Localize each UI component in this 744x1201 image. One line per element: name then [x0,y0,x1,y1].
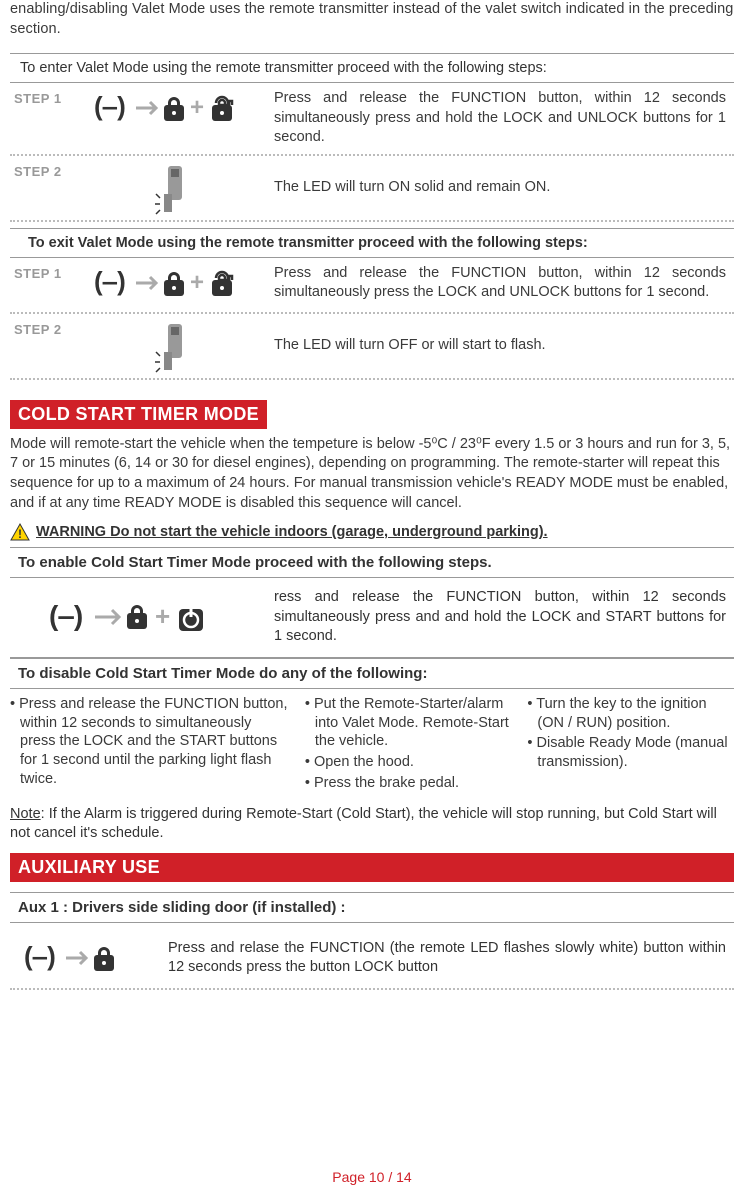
enter-step2-row: STEP 2 The LED will turn ON solid and re… [10,156,734,222]
disable-columns: Press and release the FUNCTION button, w… [10,689,734,801]
warning-row: ! WARNING Do not start the vehicle indoo… [10,523,734,541]
function-lock-unlock-icon: (‒) + [74,264,274,300]
svg-text:(‒): (‒) [24,941,56,971]
step-label: STEP 2 [14,162,74,179]
cold-note: Note: If the Alarm is triggered during R… [10,805,734,843]
cold-start-body: Mode will remote-start the vehicle when … [10,435,734,513]
enable-header: To enable Cold Start Timer Mode proceed … [10,547,734,578]
page-footer: Page 10 / 14 [0,1169,744,1185]
step-text: The LED will turn ON solid and remain ON… [274,178,730,198]
enter-header: To enter Valet Mode using the remote tra… [10,53,734,83]
list-item: Turn the key to the ignition (ON / RUN) … [527,695,734,733]
step-label: STEP 2 [14,320,74,337]
list-item: Open the hood. [305,753,512,772]
svg-text:!: ! [18,527,22,541]
note-body: : If the Alarm is triggered during Remot… [10,806,717,841]
list-item: Put the Remote-Starter/alarm into Valet … [305,695,512,752]
svg-text:+: + [155,601,170,631]
disable-col3: Turn the key to the ignition (ON / RUN) … [527,695,734,795]
enter-valet-table: To enter Valet Mode using the remote tra… [10,53,734,222]
aux-sub: Aux 1 : Drivers side sliding door (if in… [10,892,734,923]
warning-icon: ! [10,523,30,541]
list-item: Disable Ready Mode (manual transmission)… [527,734,734,772]
disable-col1: Press and release the FUNCTION button, w… [10,695,289,795]
aux-text: Press and relase the FUNCTION (the remot… [168,939,730,978]
enable-row: (‒) + ress and release the FUNCTION butt… [10,578,734,658]
exit-valet-table: To exit Valet Mode using the remote tran… [10,228,734,380]
list-item: Press the brake pedal. [305,774,512,793]
function-lock-unlock-icon: (‒) + [74,89,274,125]
aux-row: (‒) Press and relase the FUNCTION (the r… [10,923,734,990]
cold-start-title: COLD START TIMER MODE [10,400,267,429]
step-label: STEP 1 [14,264,74,281]
enable-text: ress and release the FUNCTION button, wi… [274,588,730,647]
svg-text:+: + [190,269,204,296]
step-text: The LED will turn OFF or will start to f… [274,336,730,356]
warning-text: WARNING Do not start the vehicle indoors… [36,524,548,540]
note-label: Note [10,806,41,822]
svg-text:(‒): (‒) [49,600,83,631]
function-lock-start-icon: (‒) + [14,599,274,635]
step-text: Press and release the FUNCTION button, w… [274,264,730,303]
exit-header: To exit Valet Mode using the remote tran… [10,228,734,258]
intro-text: enabling/disabling Valet Mode uses the r… [10,0,734,39]
remote-led-on-icon [74,162,274,214]
disable-col2: Put the Remote-Starter/alarm into Valet … [305,695,512,795]
svg-text:+: + [190,94,204,121]
list-item: Press and release the FUNCTION button, w… [10,695,289,789]
step-text: Press and release the FUNCTION button, w… [274,89,730,148]
svg-text:(‒): (‒) [94,266,126,296]
enter-step1-row: STEP 1 (‒) + Press and release the FUNCT… [10,83,734,156]
function-lock-icon: (‒) [14,941,154,975]
remote-led-off-icon [74,320,274,372]
exit-step2-row: STEP 2 The LED will turn OFF or will sta… [10,314,734,380]
step-label: STEP 1 [14,89,74,106]
disable-header: To disable Cold Start Timer Mode do any … [10,658,734,689]
exit-step1-row: STEP 1 (‒) + Press and release the FUNCT… [10,258,734,314]
aux-title: AUXILIARY USE [10,853,734,882]
svg-text:(‒): (‒) [94,91,126,121]
